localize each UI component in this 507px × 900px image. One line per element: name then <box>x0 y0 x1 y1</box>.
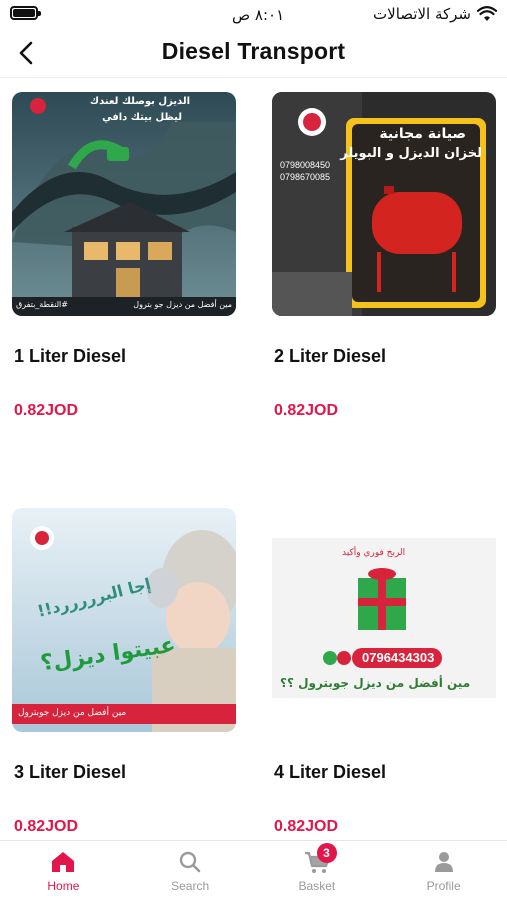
product-image[interactable]: الديزل بوصلك لعندك ليظل بيتك دافي مين أف… <box>12 92 236 316</box>
nav-label: Basket <box>298 879 336 893</box>
basket-count-badge: 3 <box>316 843 337 863</box>
product-card[interactable]: إجا البرررررد!! عبيتوا ديزل؟ مين أفضل من… <box>12 508 236 835</box>
image-headline: الديزل بوصلك لعندك <box>89 96 190 107</box>
image-footer: مين أفضل من ديزل جو بترول <box>133 300 232 309</box>
carrier-name: شركة الاتصالات <box>373 5 471 23</box>
image-footer: مين أفضل من ديزل جوبترول ؟؟ <box>280 676 471 690</box>
product-card[interactable]: الديزل بوصلك لعندك ليظل بيتك دافي مين أف… <box>12 92 236 419</box>
battery-icon <box>10 6 41 20</box>
image-footer: مين أفضل من ديزل جوبترول <box>18 708 127 718</box>
product-name[interactable]: 4 Liter Diesel <box>274 762 386 783</box>
product-image[interactable]: إجا البرررررد!! عبيتوا ديزل؟ مين أفضل من… <box>12 508 236 732</box>
nav-label: Profile <box>426 879 461 893</box>
product-name[interactable]: 2 Liter Diesel <box>274 346 386 367</box>
product-card[interactable]: الربح فوري وأكيد 0796434303 مين أفضل من … <box>272 508 496 835</box>
image-subheadline: ليظل بيتك دافي <box>102 112 182 123</box>
product-name[interactable]: 1 Liter Diesel <box>14 346 126 367</box>
page-title: Diesel Transport <box>161 38 346 64</box>
product-price: 0.82JOD <box>274 818 339 835</box>
nav-label: Home <box>47 879 80 893</box>
product-price: 0.82JOD <box>14 402 79 419</box>
product-image[interactable]: الربح فوري وأكيد 0796434303 مين أفضل من … <box>272 508 496 732</box>
home-icon <box>52 852 75 872</box>
nav-home[interactable]: Home <box>0 841 127 900</box>
product-price: 0.82JOD <box>274 402 339 419</box>
nav-profile[interactable]: Profile <box>380 841 507 900</box>
product-card[interactable]: صيانة مجانية لخزان الديزل و البويلر 0798… <box>272 92 496 419</box>
status-right: شركة الاتصالات <box>373 5 497 23</box>
product-image[interactable]: صيانة مجانية لخزان الديزل و البويلر 0798… <box>272 92 496 316</box>
image-phone: 0796434303 <box>362 650 435 665</box>
image-tag: #النقطة_بتفرق <box>16 300 68 309</box>
status-time: ٨:٠١ ص <box>232 6 285 24</box>
search-icon <box>179 851 201 873</box>
nav-search[interactable]: Search <box>127 841 254 900</box>
bottom-nav: Home Search 3 Basket Profile <box>0 840 507 900</box>
user-icon <box>434 852 453 872</box>
image-phone-2: 0798670085 <box>280 172 331 182</box>
status-bar: ٨:٠١ ص شركة الاتصالات <box>0 0 507 30</box>
wifi-icon <box>477 6 497 21</box>
app-header: Diesel Transport <box>0 30 507 78</box>
image-phone-1: 0798008450 <box>280 160 331 170</box>
product-price: 0.82JOD <box>14 818 79 835</box>
image-subheadline: لخزان الديزل و البويلر <box>340 146 482 161</box>
nav-label: Search <box>171 879 210 893</box>
nav-basket[interactable]: 3 Basket <box>254 841 381 900</box>
image-headline: صيانة مجانية <box>379 126 466 142</box>
product-name[interactable]: 3 Liter Diesel <box>14 762 126 783</box>
image-headline: الربح فوري وأكيد <box>342 548 406 558</box>
